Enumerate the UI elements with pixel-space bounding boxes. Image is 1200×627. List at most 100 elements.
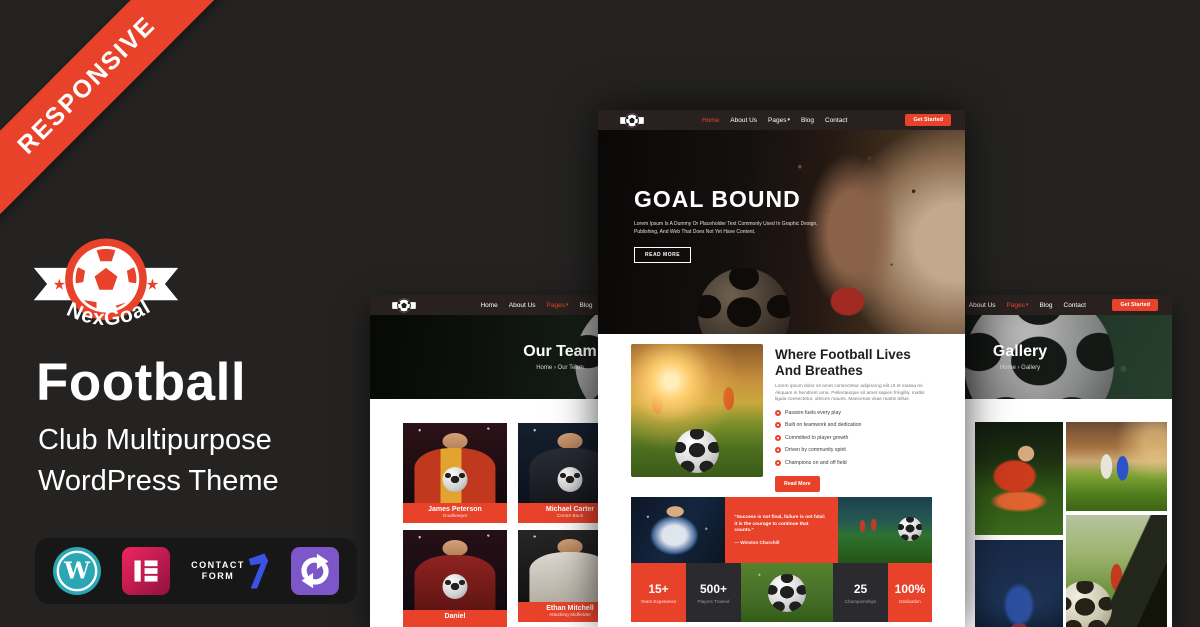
bullet-icon — [775, 460, 781, 466]
soccer-ball-graphic — [898, 517, 922, 541]
stats-image-stadium — [838, 497, 932, 563]
nav-item-blog[interactable]: Blog — [1039, 302, 1052, 309]
stat-block: 100% Dedication — [888, 563, 932, 622]
stat-label: Championships — [845, 599, 877, 604]
nav-item-about[interactable]: About Us — [730, 117, 757, 124]
home-page-mockup: Home About Us Pages▾ Blog Contact Get St… — [598, 110, 965, 627]
bullet-item: Champions on and off field — [775, 460, 935, 466]
bullet-item: Passion fuels every play — [775, 410, 935, 416]
player-role — [405, 621, 505, 626]
soccer-ball-graphic — [443, 467, 468, 492]
nav-item-pages[interactable]: Pages▾ — [1007, 302, 1029, 309]
stat-value: 500+ — [700, 582, 727, 596]
stat-value: 15+ — [648, 582, 668, 596]
about-section: Where Football Lives And Breathes Lorem … — [598, 334, 965, 490]
gallery-image-goalkeeper[interactable] — [975, 422, 1063, 535]
player-photo — [403, 423, 507, 503]
theme-preview-canvas: RESPONSIVE ★ ★ NexGoal Football Club Mul… — [0, 0, 1200, 627]
theme-subtitle: Club Multipurpose WordPress Theme — [38, 420, 279, 502]
nexgoal-logo: ★ ★ NexGoal — [30, 218, 182, 352]
stats-section: "Success is not final, failure is not fa… — [598, 490, 965, 622]
svg-text:★: ★ — [53, 277, 67, 294]
gallery-breadcrumb[interactable]: Home › Gallery — [1000, 365, 1040, 371]
soccer-ball-graphic — [675, 429, 719, 473]
wordpress-icon: W — [53, 547, 101, 595]
responsive-ribbon: RESPONSIVE — [0, 0, 225, 223]
about-feature-image — [631, 344, 763, 477]
bullet-icon — [775, 410, 781, 416]
gallery-image-ball-closeup[interactable] — [1066, 515, 1167, 627]
stat-label: Dedication — [899, 599, 921, 604]
quote-author: — Winston Churchill — [734, 540, 828, 545]
get-started-button[interactable]: Get Started — [905, 114, 951, 126]
soccer-ball-graphic — [443, 574, 468, 599]
nav-item-contact[interactable]: Contact — [825, 117, 847, 124]
chevron-down-icon: ▾ — [1026, 303, 1029, 308]
home-navbar: Home About Us Pages▾ Blog Contact Get St… — [598, 110, 965, 130]
nav-item-blog[interactable]: Blog — [801, 117, 814, 124]
theme-subtitle-line1: Club Multipurpose — [38, 420, 279, 461]
soccer-ball-graphic — [768, 574, 806, 612]
player-photo — [403, 530, 507, 610]
stat-block: 25 Championships — [833, 563, 888, 622]
nav-item-pages[interactable]: Pages▾ — [768, 117, 790, 124]
quote-block: "Success is not final, failure is not fa… — [725, 497, 837, 563]
soccer-ball-graphic — [698, 268, 790, 334]
player-card[interactable]: Daniel — [403, 530, 507, 627]
bullet-item: Driven by community spirit — [775, 447, 935, 453]
nav-item-blog[interactable]: Blog — [579, 302, 592, 309]
bullet-item: Built on teamwork and dedication — [775, 422, 935, 428]
tech-badges-bar: W CONTACT FORM — [35, 538, 357, 604]
player-name: Daniel — [405, 613, 505, 620]
hero-title: GOAL BOUND — [634, 186, 965, 213]
stat-value: 100% — [895, 582, 926, 596]
read-more-button[interactable]: Read More — [775, 476, 820, 492]
stats-image-runner — [631, 497, 725, 563]
nav-item-pages[interactable]: Pages▾ — [547, 302, 569, 309]
player-role: Goalkeeper — [405, 514, 505, 519]
sync-icon — [291, 547, 339, 595]
bullet-icon — [775, 422, 781, 428]
home-nav-links: Home About Us Pages▾ Blog Contact — [644, 117, 905, 124]
stat-block: 15+ Years Experience — [631, 563, 686, 622]
gallery-image-night-player[interactable] — [975, 540, 1063, 627]
hero-description: Lorem Ipsum Is A Dummy Or Placeholder Te… — [634, 221, 829, 236]
nav-item-contact[interactable]: Contact — [1064, 302, 1086, 309]
contact-form-7-seven — [246, 552, 270, 590]
stat-label: Players Trained — [698, 599, 730, 604]
quote-text: "Success is not final, failure is not fa… — [734, 515, 828, 534]
soccer-ball-graphic — [1066, 581, 1112, 627]
nav-item-home[interactable]: Home — [480, 302, 497, 309]
stats-image-grass-ball — [741, 563, 833, 622]
elementor-icon — [122, 547, 170, 595]
stat-label: Years Experience — [641, 599, 677, 604]
theme-subtitle-line2: WordPress Theme — [38, 461, 279, 502]
hero-section: GOAL BOUND Lorem Ipsum Is A Dummy Or Pla… — [598, 130, 965, 334]
nav-item-about[interactable]: About Us — [969, 302, 996, 309]
nexgoal-mini-logo[interactable] — [392, 297, 416, 314]
stat-block: 500+ Players Trained — [686, 563, 741, 622]
contact-form-7-icon: CONTACT FORM — [191, 552, 270, 590]
nexgoal-mini-logo[interactable] — [620, 112, 644, 129]
theme-title: Football — [36, 352, 246, 413]
get-started-button[interactable]: Get Started — [1112, 299, 1158, 311]
about-bullet-list: Passion fuels every play Built on teamwo… — [775, 410, 935, 466]
player-name: James Peterson — [405, 506, 505, 513]
nav-item-about[interactable]: About Us — [509, 302, 536, 309]
stat-value: 25 — [854, 582, 867, 596]
bullet-item: Committed to player growth — [775, 435, 935, 441]
svg-text:W: W — [63, 558, 91, 585]
gallery-image-match[interactable] — [1066, 422, 1167, 511]
gallery-page-title: Gallery — [993, 343, 1047, 361]
team-breadcrumb[interactable]: Home › Our Team — [536, 365, 584, 371]
team-page-title: Our Team — [523, 343, 597, 361]
player-card[interactable]: James Peterson Goalkeeper — [403, 423, 507, 523]
read-more-button[interactable]: READ MORE — [634, 247, 691, 263]
bullet-icon — [775, 447, 781, 453]
soccer-ball-graphic — [558, 467, 583, 492]
chevron-down-icon: ▾ — [566, 303, 569, 308]
nav-item-home[interactable]: Home — [702, 117, 719, 124]
svg-text:★: ★ — [146, 277, 160, 294]
bullet-icon — [775, 435, 781, 441]
chevron-down-icon: ▾ — [787, 118, 790, 123]
